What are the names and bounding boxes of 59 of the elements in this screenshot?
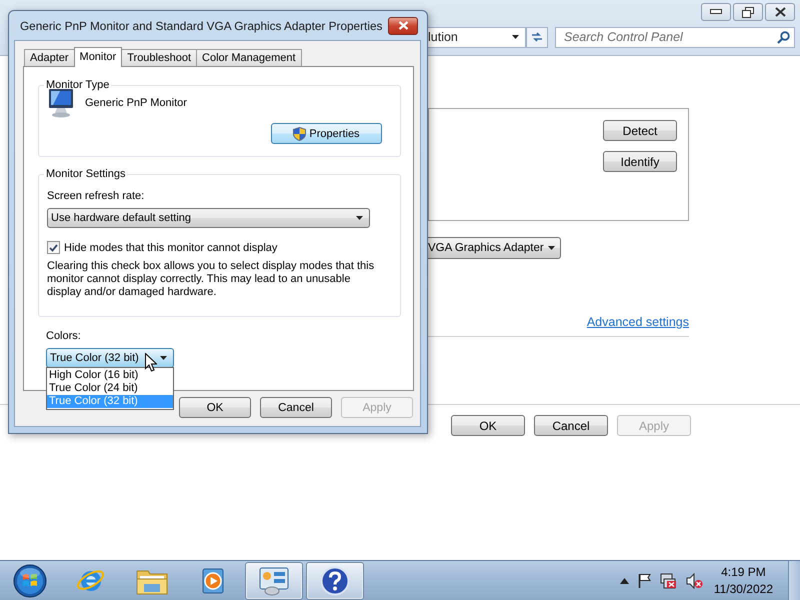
address-bar[interactable]: lution — [428, 26, 526, 48]
ok-button[interactable]: OK — [451, 415, 525, 436]
restore-icon — [742, 6, 754, 18]
checkbox[interactable] — [47, 241, 60, 254]
monitor-icon — [47, 88, 75, 118]
ok-button[interactable]: OK — [179, 397, 251, 418]
minimize-button[interactable] — [701, 3, 731, 21]
search-field[interactable]: Search Control Panel — [555, 26, 795, 48]
caret-icon — [160, 356, 167, 360]
clock[interactable]: 4:19 PM 11/30/2022 — [714, 564, 773, 598]
group-label: Monitor Type — [45, 79, 110, 91]
help-icon — [320, 566, 350, 596]
tab[interactable]: Adapter — [24, 49, 75, 66]
properties-button[interactable]: Properties — [271, 123, 382, 144]
group-label: Monitor Settings — [45, 168, 126, 180]
flag-icon[interactable] — [638, 573, 651, 588]
shield-icon — [293, 126, 306, 140]
checkbox-label: Hide modes that this monitor cannot display — [64, 242, 278, 254]
cancel-button[interactable]: Cancel — [534, 415, 608, 436]
minimize-icon — [710, 9, 722, 15]
caret-icon — [548, 246, 555, 250]
caret-icon — [356, 216, 363, 220]
advanced-settings-link[interactable]: Advanced settings — [586, 315, 689, 329]
start-orb-icon — [13, 564, 47, 598]
refresh-icon — [530, 31, 544, 43]
checkmark-icon — [49, 244, 58, 252]
tab[interactable]: Color Management — [196, 49, 302, 66]
caret-icon — [512, 35, 519, 39]
refresh-button[interactable] — [526, 26, 548, 48]
close-icon — [774, 7, 786, 17]
display-button[interactable]: Detect — [603, 120, 677, 141]
close-icon — [398, 21, 408, 30]
restore-button[interactable] — [733, 3, 763, 21]
media-player-icon — [200, 566, 226, 594]
volume-muted-icon[interactable] — [686, 572, 703, 588]
close-button[interactable] — [765, 3, 795, 21]
cancel-button[interactable]: Cancel — [260, 397, 332, 418]
dropdown-option[interactable]: True Color (24 bit) — [47, 382, 173, 395]
network-icon[interactable] — [660, 572, 677, 588]
display-button[interactable]: Identify — [603, 151, 677, 172]
monitor-name: Generic PnP Monitor — [85, 97, 187, 109]
window-title: Generic PnP Monitor and Standard VGA Graphics Adapter Properties — [20, 18, 382, 32]
warning-text: Clearing this check box allows you to select display modes that this monitor cannot display correctly. This may lead to an unusable display and/or damaged hardware. — [47, 260, 376, 299]
refresh-rate-dropdown[interactable]: Use hardware default setting — [47, 208, 370, 228]
tab[interactable]: Monitor — [74, 47, 122, 67]
taskbar-button[interactable] — [245, 562, 303, 600]
adapter-dropdown[interactable]: VGA Graphics Adapter — [428, 237, 561, 259]
field-label: Screen refresh rate: — [47, 190, 146, 202]
colors-dropdown[interactable]: True Color (32 bit) — [46, 348, 174, 368]
control-panel-icon — [258, 566, 290, 596]
field-label: Colors: — [46, 330, 82, 342]
taskbar-button[interactable] — [306, 562, 364, 600]
search-icon — [777, 30, 790, 44]
clock-time: 4:19 PM — [721, 564, 766, 580]
tab[interactable]: Troubleshoot — [121, 49, 198, 66]
close-button[interactable] — [388, 16, 418, 34]
clock-date: 11/30/2022 — [714, 580, 773, 598]
show-hidden-icons-icon[interactable] — [620, 578, 629, 584]
dropdown-option[interactable]: High Color (16 bit) — [47, 369, 173, 382]
